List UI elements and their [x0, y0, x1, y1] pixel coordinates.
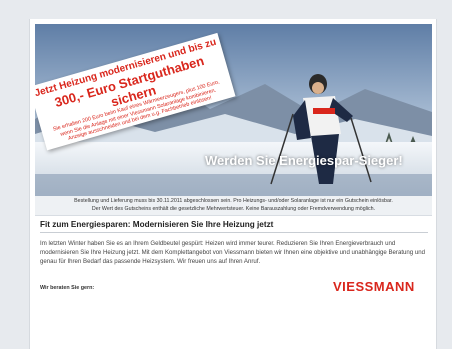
article-title: Fit zum Energiesparen: Modernisieren Sie… [40, 220, 274, 229]
article-body: Im letzten Winter haben Sie es an Ihrem … [40, 240, 426, 265]
banner-tagline: Werden Sie Energiespar-Sieger! [205, 153, 403, 168]
banner-image: Werden Sie Energiespar-Sieger! Jetzt Hei… [35, 24, 432, 196]
voucher-notice: Bestellung und Lieferung muss bis 30.11.… [35, 196, 432, 216]
advertisement-page: Werden Sie Energiespar-Sieger! Jetzt Hei… [29, 19, 437, 349]
voucher-notice-line-1: Bestellung und Lieferung muss bis 30.11.… [74, 198, 393, 204]
voucher-notice-line-2: Der Wert des Gutscheins enthält die gese… [91, 205, 376, 212]
divider [40, 232, 428, 233]
advice-label: Wir beraten Sie gern: [40, 285, 95, 291]
viessmann-logo: VIESSMANN [333, 279, 415, 294]
